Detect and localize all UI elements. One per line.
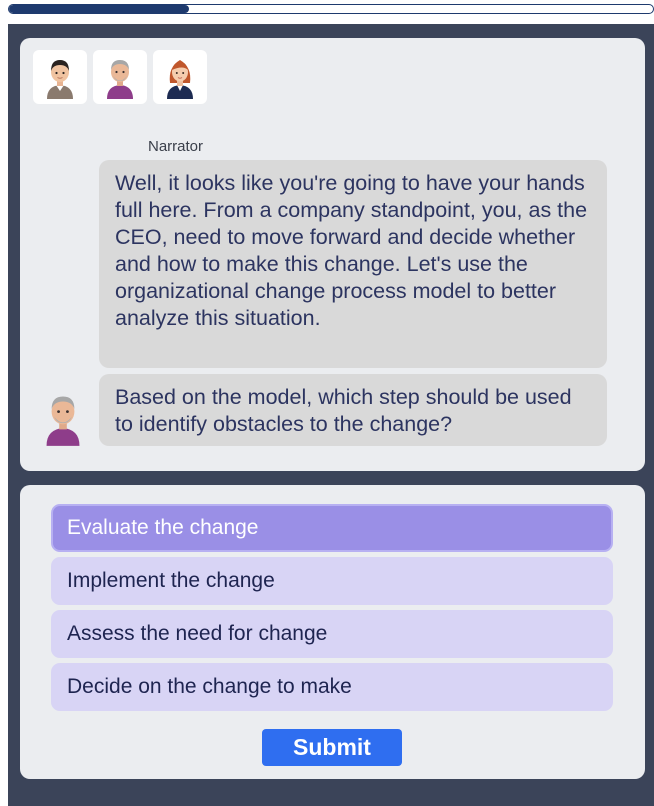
older-man-avatar-icon xyxy=(46,396,80,446)
narration-bubble: Well, it looks like you're going to have… xyxy=(99,160,607,368)
submit-button[interactable]: Submit xyxy=(262,729,402,766)
avatar-young-man[interactable] xyxy=(33,50,87,104)
avatar-older-man[interactable] xyxy=(93,50,147,104)
simulation-app: Narrator Well, it looks like you're goin… xyxy=(8,24,654,806)
progress-fill xyxy=(9,5,190,13)
answer-option-decide[interactable]: Decide on the change to make xyxy=(51,663,613,711)
woman-avatar-icon xyxy=(167,60,193,99)
answer-option-implement[interactable]: Implement the change xyxy=(51,557,613,605)
young-man-avatar-icon xyxy=(47,60,73,99)
avatar-woman[interactable] xyxy=(153,50,207,104)
speaker-name: Narrator xyxy=(148,138,204,155)
answer-option-evaluate[interactable]: Evaluate the change xyxy=(51,504,613,552)
question-bubble: Based on the model, which step should be… xyxy=(99,374,607,446)
cast-avatars xyxy=(33,50,207,104)
answer-panel: Evaluate the change Implement the change… xyxy=(20,485,645,779)
progress-bar xyxy=(8,4,654,14)
dialogue-panel: Narrator Well, it looks like you're goin… xyxy=(20,38,645,471)
speaker-avatar xyxy=(44,390,82,451)
older-man-avatar-icon xyxy=(107,60,133,99)
answer-option-assess[interactable]: Assess the need for change xyxy=(51,610,613,658)
